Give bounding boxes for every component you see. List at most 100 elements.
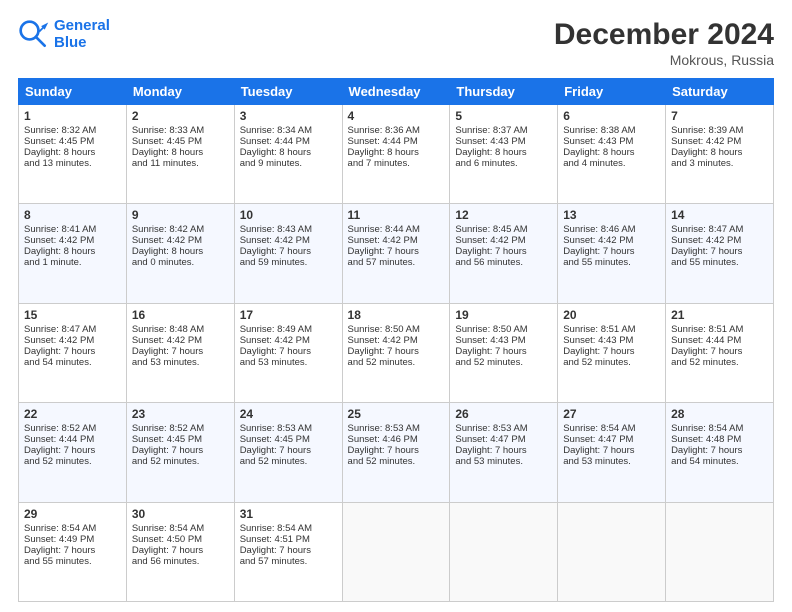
location: Mokrous, Russia [554,52,774,68]
day-info: and 56 minutes. [455,257,552,268]
day-info: and 9 minutes. [240,158,337,169]
weekday-header-row: SundayMondayTuesdayWednesdayThursdayFrid… [19,79,774,105]
day-number: 6 [563,109,660,123]
day-info: and 7 minutes. [348,158,445,169]
day-info: Daylight: 7 hours [563,246,660,257]
calendar-cell: 16Sunrise: 8:48 AMSunset: 4:42 PMDayligh… [126,303,234,402]
week-row-3: 15Sunrise: 8:47 AMSunset: 4:42 PMDayligh… [19,303,774,402]
day-info: and 6 minutes. [455,158,552,169]
day-number: 4 [348,109,445,123]
day-info: Sunset: 4:42 PM [348,335,445,346]
calendar-cell [558,502,666,601]
calendar-cell: 6Sunrise: 8:38 AMSunset: 4:43 PMDaylight… [558,105,666,204]
day-info: Sunrise: 8:51 AM [671,324,768,335]
day-info: Daylight: 7 hours [240,246,337,257]
day-info: Daylight: 7 hours [348,346,445,357]
day-number: 21 [671,308,768,322]
calendar-cell: 1Sunrise: 8:32 AMSunset: 4:45 PMDaylight… [19,105,127,204]
day-info: Sunset: 4:46 PM [348,434,445,445]
day-info: Daylight: 8 hours [563,147,660,158]
month-title: December 2024 [554,18,774,52]
day-info: Sunrise: 8:42 AM [132,224,229,235]
day-info: Daylight: 7 hours [671,445,768,456]
day-info: Daylight: 7 hours [455,346,552,357]
calendar-cell: 17Sunrise: 8:49 AMSunset: 4:42 PMDayligh… [234,303,342,402]
day-info: Sunset: 4:42 PM [240,335,337,346]
day-info: and 53 minutes. [563,456,660,467]
day-info: Daylight: 7 hours [240,445,337,456]
day-info: Sunset: 4:42 PM [671,235,768,246]
day-info: Sunset: 4:51 PM [240,534,337,545]
weekday-header-sunday: Sunday [19,79,127,105]
day-info: Daylight: 7 hours [24,346,121,357]
day-number: 29 [24,507,121,521]
day-number: 2 [132,109,229,123]
day-number: 16 [132,308,229,322]
logo-text: General Blue [54,18,110,51]
day-info: Sunrise: 8:54 AM [132,523,229,534]
day-number: 26 [455,407,552,421]
day-info: Sunrise: 8:43 AM [240,224,337,235]
calendar-cell [666,502,774,601]
calendar-cell: 15Sunrise: 8:47 AMSunset: 4:42 PMDayligh… [19,303,127,402]
day-info: Sunset: 4:45 PM [24,136,121,147]
day-info: and 53 minutes. [455,456,552,467]
day-info: Daylight: 7 hours [132,545,229,556]
day-number: 27 [563,407,660,421]
day-info: and 55 minutes. [671,257,768,268]
day-number: 19 [455,308,552,322]
day-info: and 53 minutes. [240,357,337,368]
day-info: Daylight: 8 hours [348,147,445,158]
day-info: and 52 minutes. [240,456,337,467]
calendar-cell: 31Sunrise: 8:54 AMSunset: 4:51 PMDayligh… [234,502,342,601]
day-info: Sunset: 4:44 PM [240,136,337,147]
day-info: Sunrise: 8:47 AM [24,324,121,335]
day-info: Sunrise: 8:46 AM [563,224,660,235]
day-info: and 57 minutes. [348,257,445,268]
day-info: Sunrise: 8:52 AM [24,423,121,434]
day-info: Sunset: 4:42 PM [132,235,229,246]
calendar-cell: 5Sunrise: 8:37 AMSunset: 4:43 PMDaylight… [450,105,558,204]
day-info: Daylight: 7 hours [563,346,660,357]
day-info: Daylight: 7 hours [132,445,229,456]
day-info: Sunset: 4:50 PM [132,534,229,545]
day-info: and 55 minutes. [24,556,121,567]
day-info: and 52 minutes. [24,456,121,467]
weekday-header-saturday: Saturday [666,79,774,105]
day-info: and 3 minutes. [671,158,768,169]
day-info: Sunrise: 8:36 AM [348,125,445,136]
day-info: Sunset: 4:47 PM [455,434,552,445]
day-info: and 52 minutes. [563,357,660,368]
day-number: 7 [671,109,768,123]
day-number: 8 [24,208,121,222]
calendar-cell: 30Sunrise: 8:54 AMSunset: 4:50 PMDayligh… [126,502,234,601]
day-info: Sunset: 4:42 PM [671,136,768,147]
day-info: Sunset: 4:45 PM [240,434,337,445]
day-info: Sunrise: 8:34 AM [240,125,337,136]
weekday-header-friday: Friday [558,79,666,105]
calendar-cell: 25Sunrise: 8:53 AMSunset: 4:46 PMDayligh… [342,403,450,502]
day-info: Daylight: 7 hours [671,246,768,257]
day-info: Daylight: 7 hours [132,346,229,357]
day-info: Daylight: 7 hours [240,346,337,357]
calendar-cell [450,502,558,601]
day-info: and 52 minutes. [348,357,445,368]
calendar-cell: 29Sunrise: 8:54 AMSunset: 4:49 PMDayligh… [19,502,127,601]
day-info: and 52 minutes. [348,456,445,467]
day-info: Sunrise: 8:32 AM [24,125,121,136]
day-info: Sunset: 4:42 PM [240,235,337,246]
day-info: Daylight: 8 hours [455,147,552,158]
calendar-cell: 14Sunrise: 8:47 AMSunset: 4:42 PMDayligh… [666,204,774,303]
day-number: 13 [563,208,660,222]
day-info: Sunrise: 8:47 AM [671,224,768,235]
day-info: Daylight: 7 hours [24,445,121,456]
calendar-cell: 24Sunrise: 8:53 AMSunset: 4:45 PMDayligh… [234,403,342,502]
day-info: Sunset: 4:44 PM [348,136,445,147]
weekday-header-tuesday: Tuesday [234,79,342,105]
weekday-header-thursday: Thursday [450,79,558,105]
day-info: Daylight: 7 hours [563,445,660,456]
page: General Blue December 2024 Mokrous, Russ… [0,0,792,612]
calendar-cell: 28Sunrise: 8:54 AMSunset: 4:48 PMDayligh… [666,403,774,502]
calendar-cell: 11Sunrise: 8:44 AMSunset: 4:42 PMDayligh… [342,204,450,303]
weekday-header-monday: Monday [126,79,234,105]
